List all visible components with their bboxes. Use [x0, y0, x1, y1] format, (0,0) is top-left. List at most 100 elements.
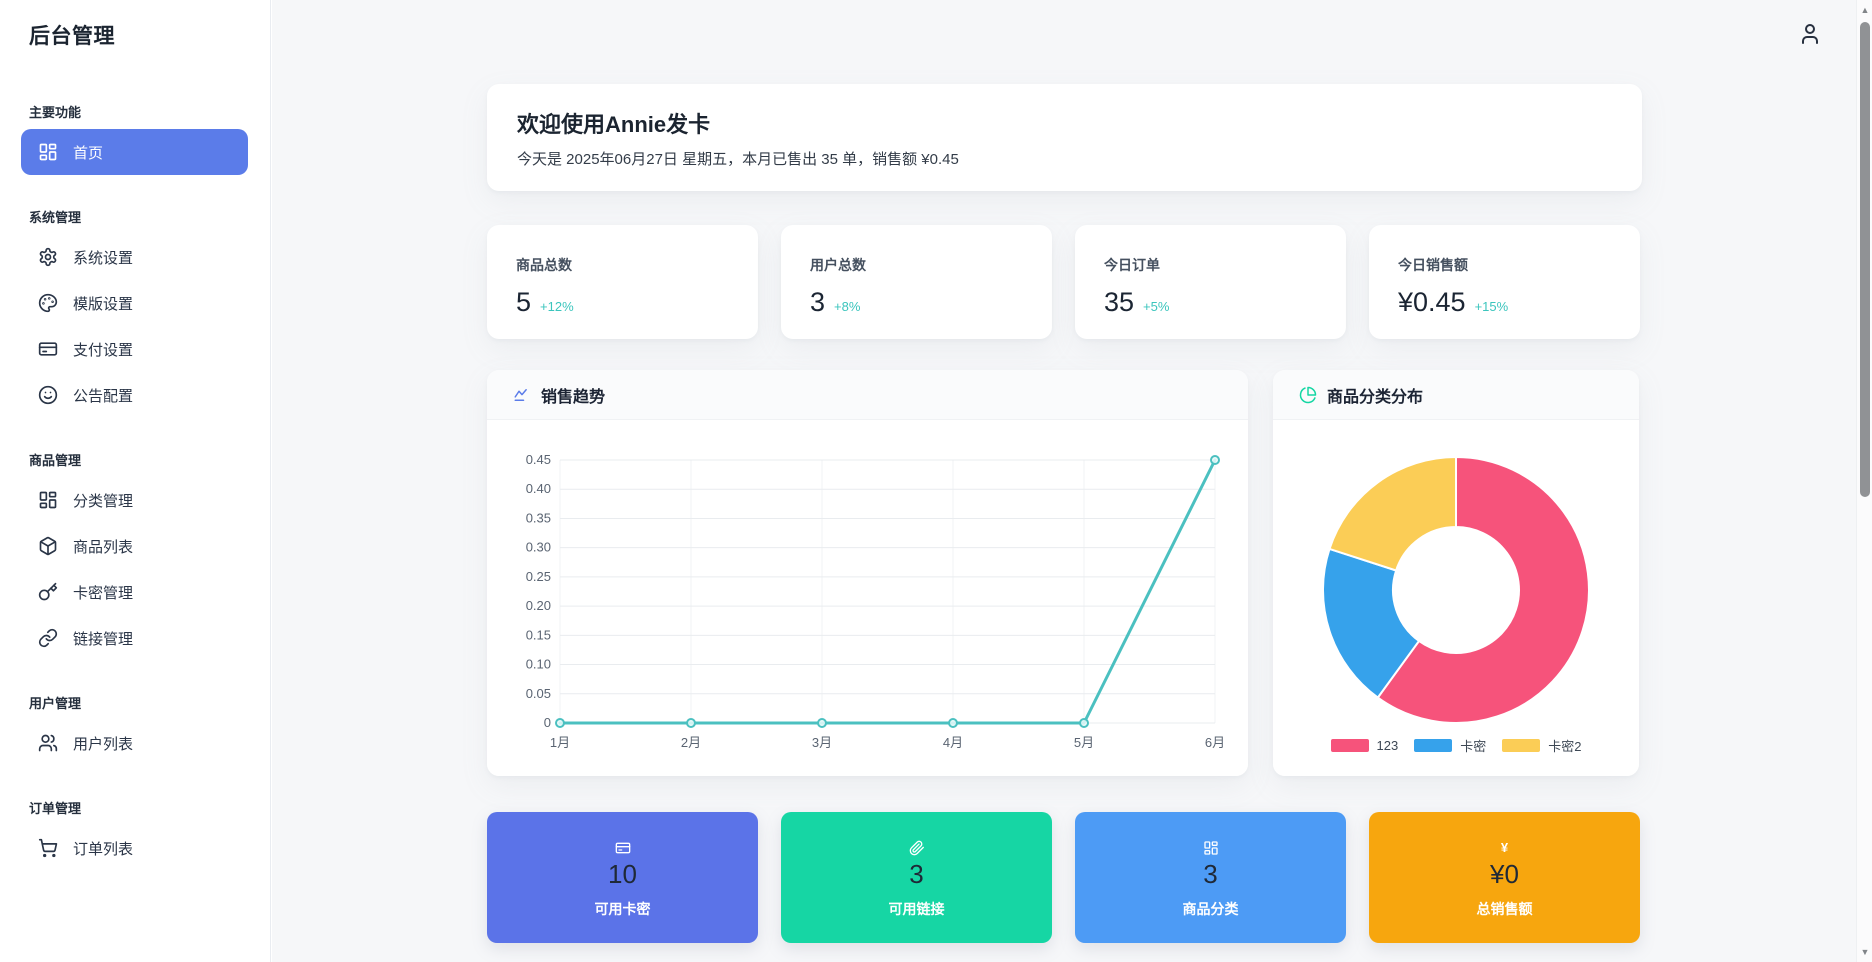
sidebar-item-system-settings[interactable]: 系统设置 [21, 234, 248, 280]
sidebar-item-user-list[interactable]: 用户列表 [21, 720, 248, 766]
category-distribution-panel: 商品分类分布 123 卡密 卡密2 [1273, 370, 1639, 776]
summary-card-total-sales[interactable]: ¥ ¥0 总销售额 [1369, 812, 1640, 943]
svg-text:0.05: 0.05 [526, 686, 551, 701]
sidebar-item-label: 首页 [73, 144, 104, 162]
summary-value: 3 [909, 859, 924, 889]
palette-icon [38, 293, 58, 313]
svg-text:0.10: 0.10 [526, 657, 551, 672]
summary-card-available-links[interactable]: 3 可用链接 [781, 812, 1052, 943]
svg-text:0.40: 0.40 [526, 481, 551, 496]
sales-trend-panel: 销售趋势 1月 2月 3月 4月 5月 6月 0 0.05 0.10 0.15 0.20 0.25 0.… [487, 370, 1248, 776]
sidebar: 后台管理 主要功能 首页 系统管理 系统设置 模版设置 支付设置 公告配置 商品… [0, 0, 271, 962]
category-distribution-header: 商品分类分布 [1273, 370, 1639, 420]
sidebar-item-order-list[interactable]: 订单列表 [21, 825, 248, 871]
legend-swatch [1414, 739, 1453, 752]
summary-value: 3 [1203, 859, 1218, 889]
app-title: 后台管理 [29, 25, 115, 48]
dashboard-icon [38, 142, 58, 162]
svg-text:0.30: 0.30 [526, 540, 551, 555]
category-donut-chart [1322, 455, 1590, 724]
stat-label: 今日订单 [1104, 257, 1160, 273]
stat-value: 35 [1104, 287, 1135, 317]
summary-card-product-categories[interactable]: 3 商品分类 [1075, 812, 1346, 943]
scroll-up-arrow[interactable]: ▲ [1857, 2, 1872, 18]
summary-value: ¥0 [1490, 859, 1519, 889]
vertical-scrollbar: ▲ ▼ [1856, 0, 1872, 962]
credit-card-icon [38, 339, 58, 359]
key-icon [38, 582, 58, 602]
sidebar-item-product-list[interactable]: 商品列表 [21, 523, 248, 569]
sidebar-item-payment-settings[interactable]: 支付设置 [21, 326, 248, 372]
stat-card-orders-today: 今日订单 35 +5% [1075, 225, 1346, 339]
sidebar-item-link-management[interactable]: 链接管理 [21, 615, 248, 661]
users-icon [38, 733, 58, 753]
panel-title: 商品分类分布 [1327, 388, 1424, 406]
sidebar-item-label: 用户列表 [73, 735, 134, 753]
svg-text:0: 0 [544, 715, 551, 730]
svg-text:2月: 2月 [681, 735, 701, 750]
grid-icon [38, 490, 58, 510]
sidebar-item-label: 公告配置 [73, 387, 134, 405]
sales-trend-chart: 1月 2月 3月 4月 5月 6月 0 0.05 0.10 0.15 0.20 0.25 0.30 0.3… [526, 452, 1225, 750]
legend-item[interactable]: 卡密2 [1502, 736, 1581, 755]
cart-icon [38, 838, 58, 858]
sales-trend-body: 1月 2月 3月 4月 5月 6月 0 0.05 0.10 0.15 0.20 0.25 0.30 0.3… [487, 420, 1248, 776]
stat-badge: +15% [1474, 299, 1509, 314]
svg-text:5月: 5月 [1074, 735, 1094, 750]
svg-text:0.35: 0.35 [526, 510, 551, 525]
sidebar-section-system: 系统管理 [29, 210, 82, 225]
stat-card-users-total: 用户总数 3 +8% [781, 225, 1052, 339]
welcome-title: 欢迎使用Annie发卡 [517, 112, 711, 137]
stat-value: 5 [516, 287, 532, 317]
sidebar-item-template-settings[interactable]: 模版设置 [21, 280, 248, 326]
sidebar-section-main: 主要功能 [29, 105, 82, 120]
summary-card-available-keys[interactable]: 10 可用卡密 [487, 812, 758, 943]
welcome-subtitle: 今天是 2025年06月27日 星期五，本月已售出 35 单，销售额 ¥0.45 [517, 151, 959, 168]
summary-cards-row: 10 可用卡密 3 可用链接 3 商品分类 ¥ ¥0 总销售额 [487, 812, 1640, 943]
sidebar-section-products: 商品管理 [29, 453, 82, 468]
svg-text:0.15: 0.15 [526, 627, 551, 642]
card-icon [615, 839, 631, 856]
stat-card-products-total: 商品总数 5 +12% [487, 225, 758, 339]
gear-icon [38, 247, 58, 267]
summary-label: 总销售额 [1476, 901, 1533, 917]
grid-icon [1203, 839, 1219, 856]
stat-value: 3 [810, 287, 826, 317]
summary-label: 可用链接 [888, 901, 945, 917]
legend-item[interactable]: 卡密 [1414, 736, 1486, 755]
sidebar-item-card-key-management[interactable]: 卡密管理 [21, 569, 248, 615]
sidebar-item-home[interactable]: 首页 [21, 129, 248, 175]
sidebar-item-label: 分类管理 [73, 492, 134, 510]
sidebar-item-label: 商品列表 [73, 538, 134, 556]
sidebar-item-label: 订单列表 [73, 840, 134, 858]
stat-value: ¥0.45 [1398, 287, 1466, 317]
package-icon [38, 536, 58, 556]
summary-label: 可用卡密 [594, 901, 651, 917]
donut-legend: 123 卡密 卡密2 [1330, 736, 1581, 755]
summary-label: 商品分类 [1182, 901, 1239, 917]
stat-card-sales-today: 今日销售额 ¥0.45 +15% [1369, 225, 1640, 339]
legend-item[interactable]: 123 [1330, 738, 1398, 753]
link-icon [38, 628, 58, 648]
sidebar-item-label: 模版设置 [73, 295, 134, 313]
sidebar-item-label: 卡密管理 [73, 584, 134, 602]
scroll-down-arrow[interactable]: ▼ [1857, 944, 1872, 960]
legend-label: 卡密 [1460, 739, 1487, 754]
sidebar-section-orders: 订单管理 [29, 801, 82, 816]
svg-text:3月: 3月 [812, 735, 832, 750]
stat-badge: +12% [540, 299, 574, 314]
stat-label: 商品总数 [516, 257, 572, 273]
scrollbar-thumb[interactable] [1860, 22, 1870, 497]
sidebar-item-announcement[interactable]: 公告配置 [21, 372, 248, 418]
paperclip-icon [909, 839, 925, 856]
main-content: 欢迎使用Annie发卡 今天是 2025年06月27日 星期五，本月已售出 35… [272, 0, 1856, 962]
category-distribution-body: 123 卡密 卡密2 [1273, 420, 1639, 776]
stat-badge: +5% [1143, 299, 1170, 314]
sidebar-item-category-management[interactable]: 分类管理 [21, 477, 248, 523]
summary-value: 10 [608, 859, 637, 889]
stat-badge: +8% [834, 299, 861, 314]
stat-label: 用户总数 [810, 257, 866, 273]
svg-text:0.20: 0.20 [526, 598, 551, 613]
welcome-banner: 欢迎使用Annie发卡 今天是 2025年06月27日 星期五，本月已售出 35… [487, 84, 1642, 191]
user-icon[interactable] [1798, 22, 1822, 46]
